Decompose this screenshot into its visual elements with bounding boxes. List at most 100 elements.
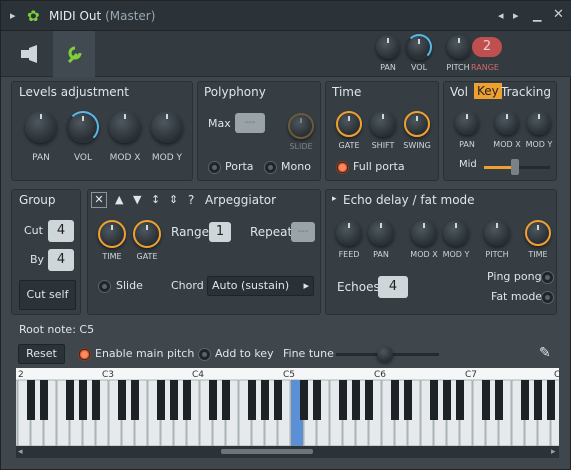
black-key[interactable]: [66, 380, 74, 420]
arp-slide-radio[interactable]: [98, 280, 111, 293]
black-key[interactable]: [248, 380, 256, 420]
echo-pan-knob[interactable]: [368, 220, 394, 246]
echo-pitch-knob[interactable]: [484, 220, 510, 246]
black-key[interactable]: [300, 380, 308, 420]
piano-keyboard[interactable]: 2 C3 C4 C5 C6 C7 C: [16, 368, 560, 458]
black-key[interactable]: [274, 380, 282, 420]
group-panel: Group Cut 4 By 4 Cut self: [11, 189, 81, 315]
white-key[interactable]: [16, 379, 18, 447]
mid-slider-handle[interactable]: [511, 159, 519, 175]
black-key[interactable]: [443, 380, 451, 420]
black-key[interactable]: [131, 380, 139, 420]
header-pitch-knob[interactable]: [447, 35, 471, 59]
levels-mody-knob[interactable]: [151, 111, 183, 143]
scroll-right-icon[interactable]: ▸: [551, 447, 556, 457]
black-key[interactable]: [404, 380, 412, 420]
echo-feed-knob[interactable]: [336, 220, 362, 246]
fat-mode-radio[interactable]: [541, 291, 554, 304]
add-to-key-radio[interactable]: [198, 348, 211, 361]
tab-tracking[interactable]: Tracking: [501, 85, 551, 99]
ping-pong-radio[interactable]: [541, 271, 554, 284]
arp-up-icon[interactable]: ▲: [115, 193, 123, 206]
black-key[interactable]: [183, 380, 191, 420]
arp-off-icon[interactable]: ✕: [91, 192, 107, 208]
arp-gate-knob[interactable]: [133, 220, 161, 248]
black-key[interactable]: [40, 380, 48, 420]
prev-icon[interactable]: ◂: [498, 9, 504, 22]
swing-knob[interactable]: [404, 111, 430, 137]
chevron-right-icon[interactable]: ▸: [10, 9, 16, 22]
black-key[interactable]: [27, 380, 35, 420]
piano-keys[interactable]: [16, 368, 559, 458]
black-key[interactable]: [534, 380, 542, 420]
header-pan-knob[interactable]: [376, 35, 400, 59]
levels-modx-knob[interactable]: [109, 111, 141, 143]
by-stepper[interactable]: 4: [48, 249, 74, 271]
cut-stepper[interactable]: 4: [48, 220, 74, 242]
arp-help-icon[interactable]: ?: [188, 193, 194, 207]
echoes-stepper[interactable]: 4: [378, 276, 408, 298]
enable-main-pitch-radio[interactable]: [78, 348, 91, 361]
black-key[interactable]: [430, 380, 438, 420]
slide-knob[interactable]: [288, 113, 314, 139]
black-key[interactable]: [339, 380, 347, 420]
next-icon[interactable]: ▸: [513, 9, 519, 22]
arp-repeat-stepper[interactable]: ---: [291, 222, 315, 242]
minimize-icon[interactable]: ▁: [533, 9, 541, 22]
echo-expand-icon[interactable]: ▸: [332, 194, 337, 204]
black-key[interactable]: [456, 380, 464, 420]
black-key[interactable]: [352, 380, 360, 420]
close-icon[interactable]: ✕: [553, 7, 564, 22]
shift-knob[interactable]: [370, 111, 396, 137]
black-key[interactable]: [391, 380, 399, 420]
max-voices-stepper[interactable]: ---: [235, 113, 265, 133]
black-key[interactable]: [118, 380, 126, 420]
black-key[interactable]: [222, 380, 230, 420]
echo-modx-knob[interactable]: [411, 220, 437, 246]
wrench-tab[interactable]: [53, 31, 95, 77]
black-key[interactable]: [92, 380, 100, 420]
reset-button[interactable]: Reset: [18, 344, 65, 364]
levels-pan-knob[interactable]: [25, 111, 57, 143]
black-key[interactable]: [209, 380, 217, 420]
tab-vol[interactable]: Vol: [450, 85, 468, 99]
range-label: RANGE: [471, 63, 499, 72]
black-key[interactable]: [170, 380, 178, 420]
brush-icon[interactable]: ✎: [539, 345, 551, 361]
black-key[interactable]: [79, 380, 87, 420]
header-vol-knob[interactable]: [406, 34, 432, 60]
arp-time-knob[interactable]: [98, 220, 126, 248]
echo-time-knob[interactable]: [525, 220, 551, 246]
porta-radio[interactable]: [208, 161, 221, 174]
fine-tune-slider-handle[interactable]: [377, 346, 393, 362]
arp-sticky-icon[interactable]: ⇕: [169, 193, 178, 206]
key-mody-knob[interactable]: [527, 111, 551, 135]
title-bar[interactable]: ▸ ✿ MIDI Out (Master) ◂ ▸ ▁ ✕: [1, 1, 571, 31]
levels-vol-knob[interactable]: [67, 111, 99, 143]
black-key[interactable]: [365, 380, 373, 420]
scroll-left-icon[interactable]: ◂: [18, 447, 23, 457]
key-pan-knob[interactable]: [455, 111, 479, 135]
arp-range-stepper[interactable]: 1: [209, 222, 231, 242]
cut-self-button[interactable]: Cut self: [19, 280, 76, 310]
key-modx-knob[interactable]: [495, 111, 519, 135]
gate-knob[interactable]: [336, 111, 362, 137]
black-key[interactable]: [313, 380, 321, 420]
black-key[interactable]: [157, 380, 165, 420]
full-porta-radio[interactable]: [336, 161, 349, 174]
levels-panel: Levels adjustment PAN VOL MOD X MOD Y: [11, 81, 193, 181]
black-key[interactable]: [521, 380, 529, 420]
arp-down-icon[interactable]: ▼: [133, 193, 141, 206]
black-key[interactable]: [547, 380, 555, 420]
mono-radio[interactable]: [264, 161, 277, 174]
black-key[interactable]: [482, 380, 490, 420]
pitch-range-value[interactable]: 2: [472, 37, 502, 57]
chord-select[interactable]: Auto (sustain) ▸: [207, 276, 314, 296]
echo-mody-knob[interactable]: [443, 220, 469, 246]
gear-icon[interactable]: ✿: [27, 8, 43, 24]
black-key[interactable]: [495, 380, 503, 420]
plug-tab[interactable]: [9, 31, 51, 77]
black-key[interactable]: [261, 380, 269, 420]
arp-updown-icon[interactable]: ↕: [151, 193, 160, 206]
tab-key[interactable]: Key: [474, 83, 502, 99]
